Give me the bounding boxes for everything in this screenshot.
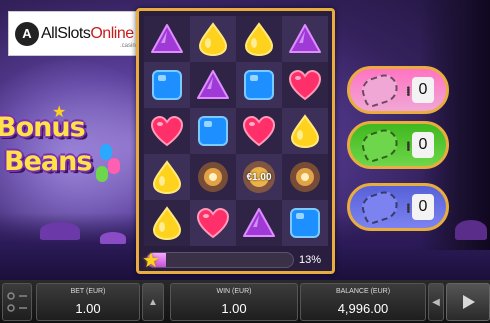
background-mushroom [455,220,487,240]
settings-icon [7,292,27,312]
balance-label: BALANCE (EUR) [335,288,391,295]
bean-blue-icon [358,188,402,226]
grid-cell [236,62,282,108]
bet-panel: BET (EUR) 1.00 [36,283,140,321]
autoplay-button[interactable]: ◀ [428,283,444,321]
square-blue-icon [198,116,228,146]
grid-cell [236,108,282,154]
triangle-purple-icon [289,24,321,53]
square-blue-icon [152,70,182,100]
balance-value: 4,996.00 [337,301,389,316]
burst-orange-icon [198,162,228,192]
game-title-line1: Bonus [0,112,86,143]
bonus-progress-label: 13% [299,254,322,266]
collector-count: 0 [412,132,434,158]
bean-green-icon [358,126,402,164]
grid-cell: €1.00 [236,154,282,200]
collector-count: 0 [412,77,434,103]
collector-blue: • • • • 0 [347,183,449,231]
grid-cell [282,62,328,108]
bonus-progress-bar [146,252,294,268]
game-board: €1.00 ★ 13% [136,8,335,274]
bet-label: BET (EUR) [70,288,106,295]
grid-cell [144,200,190,246]
balance-panel: BALANCE (EUR) 4,996.00 [300,283,426,321]
win-label: WIN (EUR) [216,288,252,295]
menu-button[interactable] [2,283,32,321]
bet-increase-button[interactable]: ▲ [142,283,164,321]
play-icon [463,295,475,309]
collector-green: • • • • 0 [347,121,449,169]
site-logo: A AllSlotsOnline .casino [8,11,148,56]
bean-pink-icon [358,71,402,109]
grid-cell [282,16,328,62]
grid-cell [282,200,328,246]
logo-text: AllSlotsOnline [41,25,134,43]
grid-cell [144,62,190,108]
heart-red-icon [288,69,322,101]
logo-text-main: AllSlots [41,24,91,42]
game-scene: A AllSlotsOnline .casino Bonus Beans ★ €… [0,0,490,323]
triangle-purple-icon [243,208,275,237]
square-blue-icon [244,70,274,100]
grid-cell [282,108,328,154]
background-mushroom [40,222,80,240]
grid-cell [190,16,236,62]
grid-cell [144,16,190,62]
spin-button[interactable] [446,283,490,321]
game-title-line2: Beans [4,146,92,177]
square-blue-icon [290,208,320,238]
grid-cell [282,154,328,200]
title-bean-icon [96,166,108,182]
logo-text-accent: Online [90,24,134,42]
heart-red-icon [150,115,184,147]
drop-yellow-icon [290,114,320,149]
logo-badge: A [15,21,39,46]
background-mushroom [100,232,126,244]
grid-cell [190,62,236,108]
bet-value: 1.00 [75,301,101,316]
title-bean-icon [108,158,120,174]
drop-yellow-icon [152,160,182,195]
progress-star-icon: ★ [142,250,160,272]
drop-yellow-icon [152,206,182,241]
triangle-purple-icon [151,24,183,53]
game-title-logo: Bonus Beans ★ [0,104,130,190]
heart-red-icon [242,115,276,147]
collector-pink: • • • • 0 [347,66,449,114]
grid-cell [236,200,282,246]
title-star-icon: ★ [52,104,67,121]
symbol-grid: €1.00 [144,16,328,246]
title-bean-icon [100,144,112,160]
collector-count: 0 [412,194,434,220]
win-panel: WIN (EUR) 1.00 [170,283,298,321]
drop-yellow-icon [198,22,228,57]
burst-orange-icon [290,162,320,192]
grid-cell [190,108,236,154]
grid-cell [190,200,236,246]
grid-cell [236,16,282,62]
grid-cell [190,154,236,200]
triangle-up-icon: ▲ [148,296,158,308]
grid-cell [144,108,190,154]
win-value: 1.00 [221,301,247,316]
triangle-left-icon: ◀ [432,296,440,308]
drop-yellow-icon [244,22,274,57]
grid-cell [144,154,190,200]
triangle-purple-icon [197,70,229,99]
coin-value: €1.00 [246,171,272,183]
heart-red-icon [196,207,230,239]
